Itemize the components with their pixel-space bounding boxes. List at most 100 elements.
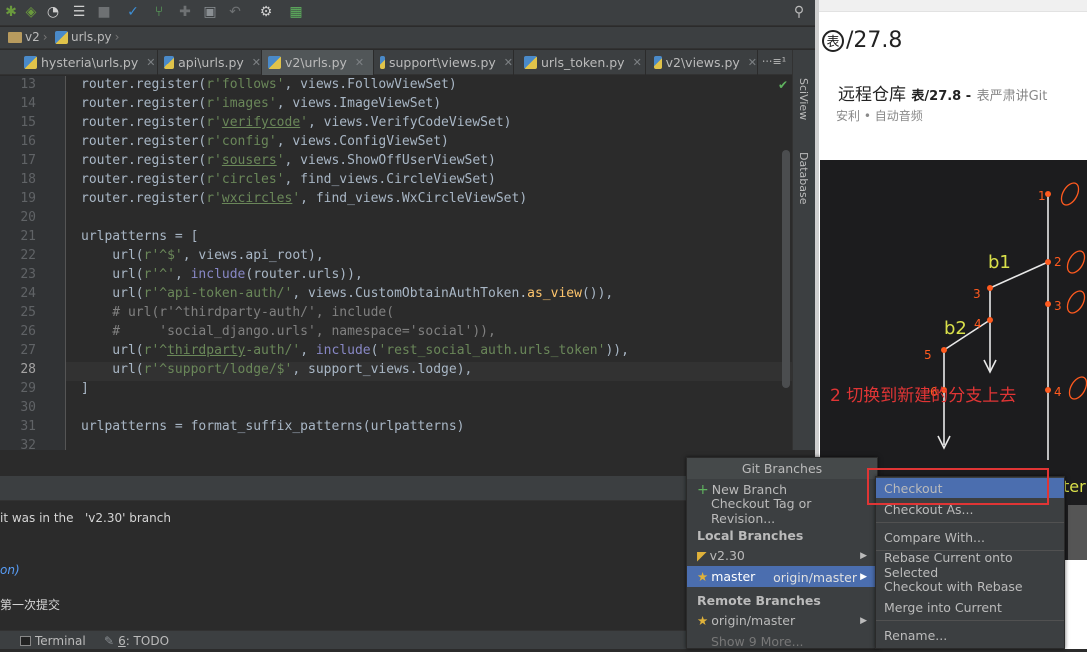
terminal-button[interactable]: Terminal: [20, 634, 86, 648]
star-icon: ★: [697, 569, 709, 584]
close-icon[interactable]: ✕: [748, 56, 757, 69]
board-edge: [1068, 505, 1087, 560]
breadcrumb-folder[interactable]: v2 ›: [8, 30, 48, 44]
code-line: router.register(r'images', views.ImageVi…: [81, 96, 442, 111]
python-file-icon: [24, 56, 37, 69]
python-file-icon: [164, 56, 175, 69]
vcs-commit-icon[interactable]: ⑂: [150, 3, 168, 21]
code-line: url(r'^$', views.api_root),: [81, 248, 324, 263]
branch-item-master[interactable]: ★ master origin/master ▶: [687, 566, 877, 587]
menu-separator: [876, 522, 1064, 523]
coverage-icon[interactable]: ◈: [22, 3, 40, 21]
line-number-gutter: 13 14 15 16 17 18 19 20 21 22 23 24 25 2…: [0, 76, 78, 453]
branch-item-v2-30[interactable]: ◤ v2.30 ▶: [687, 545, 877, 566]
inspection-ok-icon[interactable]: ✔: [778, 78, 788, 92]
code-line: router.register(r'config', views.ConfigV…: [81, 134, 449, 149]
remote-branches-header: Remote Branches: [697, 593, 821, 608]
tab-v2-views[interactable]: v2\views.py ✕: [648, 50, 758, 75]
svg-text:b2: b2: [944, 318, 967, 339]
line-number: 14: [20, 96, 36, 111]
tab-api-urls[interactable]: api\urls.py ✕: [158, 50, 262, 75]
breadcrumb-file[interactable]: urls.py ›: [55, 30, 119, 44]
compare-with-item[interactable]: Compare With...: [876, 527, 1064, 547]
tabs-overflow-button[interactable]: ⋅⋅⋅≡¹: [762, 55, 786, 68]
tab-urls-token[interactable]: urls_token.py ✕: [518, 50, 646, 75]
close-icon[interactable]: ✕: [252, 56, 261, 69]
close-icon[interactable]: ✕: [504, 56, 513, 69]
submenu-arrow-icon: ▶: [860, 615, 867, 626]
star-icon: ★: [697, 613, 709, 628]
project-structure-icon[interactable]: ▦: [287, 3, 305, 21]
branch-item-origin-master[interactable]: ★ origin/master ▶: [687, 610, 877, 631]
database-tab[interactable]: Database: [797, 152, 810, 205]
close-icon[interactable]: ✕: [355, 56, 364, 69]
circle-badge: 表: [822, 29, 844, 52]
vcs-history-icon[interactable]: ▣: [201, 3, 219, 21]
line-number: 28: [20, 362, 36, 377]
stop-icon[interactable]: ■: [95, 3, 113, 21]
code-line: url(r'^thirdparty-auth/', include('rest_…: [81, 343, 629, 358]
menu-separator: [876, 620, 1064, 621]
code-line: ]: [81, 381, 89, 396]
code-line: router.register(r'wxcircles', find_views…: [81, 191, 528, 206]
tab-hysteria-urls[interactable]: hysteria\urls.py ✕: [18, 50, 158, 75]
profile-icon[interactable]: ◔: [44, 3, 62, 21]
tag-icon: ◤: [697, 548, 707, 563]
line-number: 19: [20, 191, 36, 206]
submenu-arrow-icon: ▶: [860, 550, 867, 561]
checkout-with-rebase-item[interactable]: Checkout with Rebase: [876, 576, 1064, 596]
python-file-icon: [654, 56, 662, 69]
log-line: 第一次提交: [0, 598, 61, 612]
concurrency-icon[interactable]: ☰: [70, 3, 88, 21]
code-line: url(r'^', include(router.urls)),: [81, 267, 363, 282]
tutorial-heading: 远程仓库 表/27.8 - 表严肃讲Git: [838, 85, 1048, 105]
code-editor[interactable]: router.register(r'follows', views.Follow…: [66, 76, 792, 450]
log-line[interactable]: on): [0, 563, 20, 577]
vcs-revert-icon[interactable]: ↶: [226, 3, 244, 21]
code-line-comment: # 'social_django.urls', namespace='socia…: [81, 324, 496, 339]
line-number: 25: [20, 305, 36, 320]
sciview-tab[interactable]: SciView: [797, 78, 810, 120]
code-line: router.register(r'sousers', views.ShowOf…: [81, 153, 496, 168]
editor-tabs: hysteria\urls.py ✕ api\urls.py ✕ v2\urls…: [0, 50, 792, 75]
tab-v2-urls[interactable]: v2\urls.py ✕: [262, 50, 374, 75]
line-number: 21: [20, 229, 36, 244]
line-number: 15: [20, 115, 36, 130]
bug-icon[interactable]: ✱: [2, 3, 20, 21]
svg-text:4: 4: [974, 317, 982, 331]
red-annotation: 2 切换到新建的分支上去: [830, 386, 1017, 406]
tutorial-pane-topbar: [819, 0, 1087, 12]
line-number: 26: [20, 324, 36, 339]
plus-icon: +: [697, 481, 709, 498]
red-highlight-box: [867, 468, 1049, 505]
close-icon[interactable]: ✕: [633, 56, 642, 69]
code-line: url(r'^support/lodge/$', support_views.l…: [81, 362, 473, 377]
svg-text:5: 5: [924, 348, 932, 362]
rename-item[interactable]: Rename...: [876, 625, 1064, 645]
line-number: 22: [20, 248, 36, 263]
checkout-tag-item[interactable]: Checkout Tag or Revision...: [687, 496, 877, 526]
vcs-compare-icon[interactable]: ✚: [176, 3, 194, 21]
close-icon[interactable]: ✕: [146, 56, 155, 69]
editor-scrollbar[interactable]: [782, 150, 790, 388]
python-file-icon: [524, 56, 537, 69]
svg-text:1: 1: [1038, 189, 1046, 203]
git-branches-title: Git Branches: [687, 458, 877, 479]
svg-text:ter: ter: [1063, 477, 1086, 496]
svg-text:2: 2: [1054, 255, 1062, 269]
line-number: 20: [20, 210, 36, 225]
settings-icon[interactable]: ⚙: [257, 3, 275, 21]
code-line: router.register(r'verifycode', views.Ver…: [81, 115, 512, 130]
search-icon[interactable]: ⚲: [790, 3, 808, 21]
breadcrumb: v2 › urls.py ›: [0, 27, 815, 49]
line-number: 17: [20, 153, 36, 168]
vcs-update-icon[interactable]: ✓: [124, 3, 142, 21]
line-number: 18: [20, 172, 36, 187]
svg-text:4: 4: [1054, 385, 1062, 399]
line-number: 31: [20, 419, 36, 434]
merge-into-current-item[interactable]: Merge into Current: [876, 597, 1064, 617]
python-file-icon: [55, 30, 68, 44]
tab-support-views[interactable]: support\views.py ✕: [374, 50, 514, 75]
rebase-onto-selected-item[interactable]: Rebase Current onto Selected: [876, 550, 1064, 580]
todo-button[interactable]: ✎ 6: TODO: [104, 634, 169, 648]
